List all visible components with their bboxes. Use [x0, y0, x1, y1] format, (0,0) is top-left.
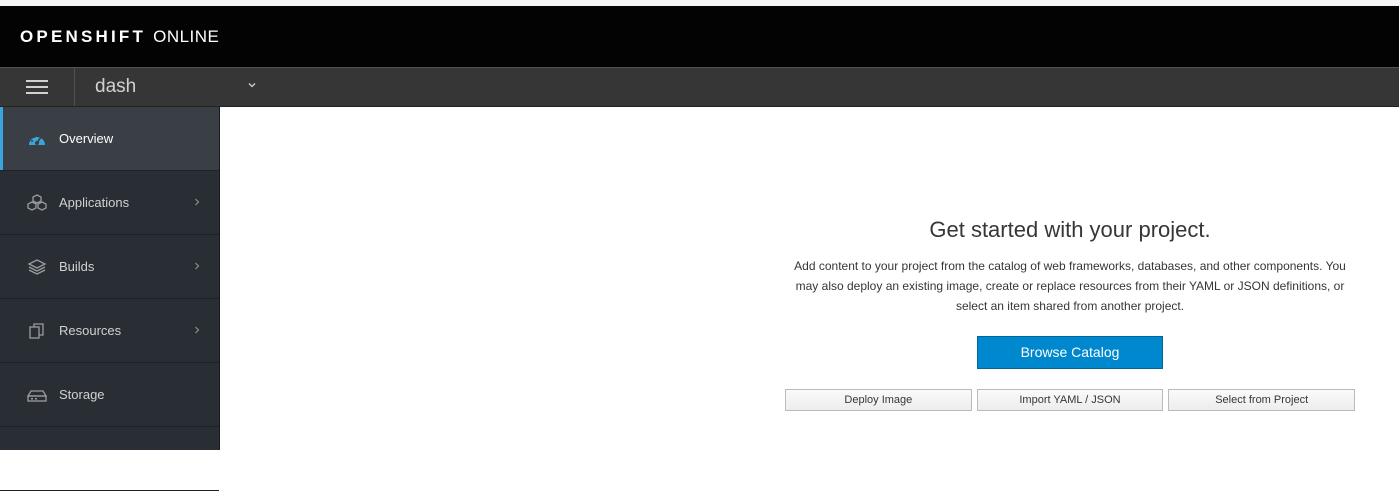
project-bar: dash: [0, 67, 1399, 107]
sidebar-item-label: Overview: [59, 131, 114, 146]
chevron-right-icon: [195, 262, 200, 270]
chevron-down-icon: [248, 83, 256, 88]
sidebar-item-resources[interactable]: Resources: [0, 299, 219, 363]
sidebar-nav: Overview Applications Builds Resources S…: [0, 107, 220, 491]
layers-icon: [26, 257, 48, 277]
nav-toggle-button[interactable]: [0, 68, 75, 106]
sidebar-item-overview[interactable]: Overview: [0, 107, 219, 171]
sidebar-item-builds[interactable]: Builds: [0, 235, 219, 299]
main-content: Get started with your project. Add conte…: [220, 107, 1399, 450]
select-from-project-button[interactable]: Select from Project: [1168, 389, 1356, 411]
browse-catalog-button[interactable]: Browse Catalog: [977, 336, 1163, 369]
sidebar-item-label: Builds: [59, 259, 95, 274]
sidebar-item-label: Resources: [59, 323, 122, 338]
sidebar-item-label: Applications: [59, 195, 130, 210]
brand-name-bold: OPENSHIFT: [20, 26, 147, 46]
brand-name-light: ONLINE: [153, 26, 220, 46]
sidebar-item-label: Storage: [59, 387, 105, 402]
brand-logo[interactable]: OPENSHIFT ONLINE: [20, 27, 219, 47]
secondary-actions: Deploy Image Import YAML / JSON Select f…: [785, 389, 1356, 411]
project-selector[interactable]: dash: [75, 68, 265, 106]
chevron-right-icon: [195, 198, 200, 206]
resources-icon: [26, 321, 48, 341]
import-yaml-json-button[interactable]: Import YAML / JSON: [976, 389, 1164, 411]
dashboard-icon: [26, 129, 48, 149]
storage-icon: [26, 385, 48, 405]
empty-state: Get started with your project. Add conte…: [785, 217, 1356, 411]
cubes-icon: [26, 193, 48, 213]
sidebar-item-applications[interactable]: Applications: [0, 171, 219, 235]
deploy-image-button[interactable]: Deploy Image: [785, 389, 972, 411]
sidebar-item-storage[interactable]: Storage: [0, 363, 219, 427]
empty-state-description: Add content to your project from the cat…: [794, 259, 1346, 313]
chevron-right-icon: [195, 326, 200, 334]
hamburger-icon: [26, 80, 48, 94]
project-name: dash: [95, 76, 137, 97]
empty-state-title: Get started with your project.: [929, 217, 1211, 242]
sidebar-item-more[interactable]: [0, 427, 219, 491]
masthead: OPENSHIFT ONLINE: [0, 6, 1399, 67]
